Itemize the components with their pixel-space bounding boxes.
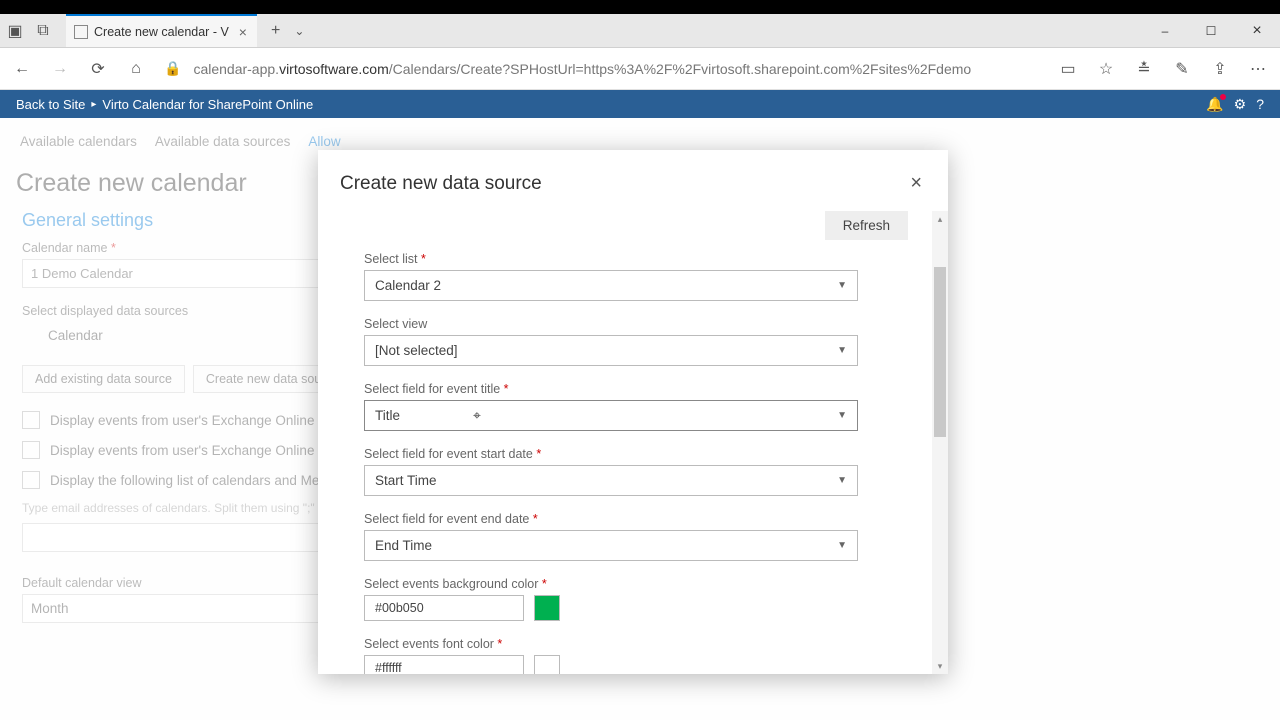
notifications-icon[interactable]: 🔔: [1206, 96, 1223, 113]
bg-color-input[interactable]: [364, 595, 524, 621]
select-list-label: Select list *: [364, 252, 908, 266]
url-text-post: /Calendars/Create?SPHostUrl=https%3A%2F%…: [389, 61, 971, 77]
chevron-down-icon: ▼: [837, 345, 847, 356]
font-color-input[interactable]: [364, 655, 524, 674]
modal-title: Create new data source: [340, 173, 542, 195]
url-field[interactable]: 🔒 calendar-app.virtosoftware.com/Calenda…: [156, 60, 1048, 77]
favorites-list-icon[interactable]: ≛: [1126, 51, 1162, 87]
tab-set-aside-icon[interactable]: ▣: [6, 22, 24, 40]
scroll-up-icon[interactable]: ▴: [932, 211, 948, 227]
window-close-button[interactable]: ×: [1234, 14, 1280, 47]
modal-close-button[interactable]: ×: [906, 168, 926, 199]
start-date-value: Start Time: [375, 473, 437, 488]
end-date-value: End Time: [375, 538, 432, 553]
breadcrumb-separator-icon: ▸: [91, 99, 96, 110]
refresh-button[interactable]: Refresh: [825, 211, 908, 240]
start-date-field-label: Select field for event start date *: [364, 447, 908, 461]
end-date-field-label: Select field for event end date *: [364, 512, 908, 526]
scroll-thumb[interactable]: [934, 267, 946, 437]
browser-tab[interactable]: Create new calendar - V ×: [66, 14, 257, 47]
scroll-down-icon[interactable]: ▾: [932, 658, 948, 674]
select-list-dropdown[interactable]: Calendar 2 ▼: [364, 270, 858, 301]
breadcrumb-app-name: Virto Calendar for SharePoint Online: [102, 97, 313, 112]
chevron-down-icon: ▼: [837, 410, 847, 421]
select-list-value: Calendar 2: [375, 278, 441, 293]
end-date-dropdown[interactable]: End Time ▼: [364, 530, 858, 561]
breadcrumb: Back to Site ▸ Virto Calendar for ShareP…: [0, 90, 1280, 118]
event-title-value: Title: [375, 408, 400, 423]
window-titlebar: ▣ ⧉ Create new calendar - V × + ⌄ – ☐ ×: [0, 14, 1280, 48]
help-icon[interactable]: ?: [1256, 96, 1264, 113]
share-icon[interactable]: ⇪: [1202, 51, 1238, 87]
event-title-dropdown[interactable]: Title ▼ ⌖: [364, 400, 858, 431]
cursor-icon: ⌖: [473, 407, 481, 424]
more-icon[interactable]: ⋯: [1240, 51, 1276, 87]
chevron-down-icon: ▼: [837, 475, 847, 486]
new-tab-button[interactable]: +: [271, 22, 280, 40]
back-button[interactable]: ←: [4, 51, 40, 87]
home-button[interactable]: ⌂: [118, 51, 154, 87]
tab-favicon-icon: [74, 25, 88, 39]
window-maximize-button[interactable]: ☐: [1188, 14, 1234, 47]
reading-view-icon[interactable]: ▭: [1050, 51, 1086, 87]
modal-scrollbar[interactable]: ▴ ▾: [932, 211, 948, 674]
start-date-dropdown[interactable]: Start Time ▼: [364, 465, 858, 496]
window-minimize-button[interactable]: –: [1142, 14, 1188, 47]
tabs-overview-icon[interactable]: ⧉: [34, 22, 52, 40]
favorite-star-icon[interactable]: ☆: [1088, 51, 1124, 87]
chevron-down-icon: ▼: [837, 540, 847, 551]
tab-close-button[interactable]: ×: [239, 24, 247, 40]
lock-icon: 🔒: [164, 60, 181, 77]
event-title-field-label: Select field for event title *: [364, 382, 908, 396]
breadcrumb-back-link[interactable]: Back to Site: [16, 97, 85, 112]
font-color-swatch[interactable]: [534, 655, 560, 674]
tab-dropdown-icon[interactable]: ⌄: [294, 24, 304, 38]
bg-color-label: Select events background color *: [364, 577, 908, 591]
select-view-value: [Not selected]: [375, 343, 458, 358]
forward-button[interactable]: →: [42, 51, 78, 87]
settings-gear-icon[interactable]: ⚙: [1234, 96, 1247, 113]
select-view-dropdown[interactable]: [Not selected] ▼: [364, 335, 858, 366]
refresh-button[interactable]: ⟳: [80, 51, 116, 87]
url-text-pre: calendar-app.: [193, 61, 279, 77]
tab-title: Create new calendar - V: [94, 25, 229, 39]
create-data-source-modal: Create new data source × Refresh Select …: [318, 150, 948, 674]
notes-icon[interactable]: ✎: [1164, 51, 1200, 87]
url-text-domain: virtosoftware.com: [279, 61, 389, 77]
chevron-down-icon: ▼: [837, 280, 847, 291]
browser-address-bar: ← → ⟳ ⌂ 🔒 calendar-app.virtosoftware.com…: [0, 48, 1280, 90]
bg-color-swatch[interactable]: [534, 595, 560, 621]
select-view-label: Select view: [364, 317, 908, 331]
font-color-label: Select events font color *: [364, 637, 908, 651]
